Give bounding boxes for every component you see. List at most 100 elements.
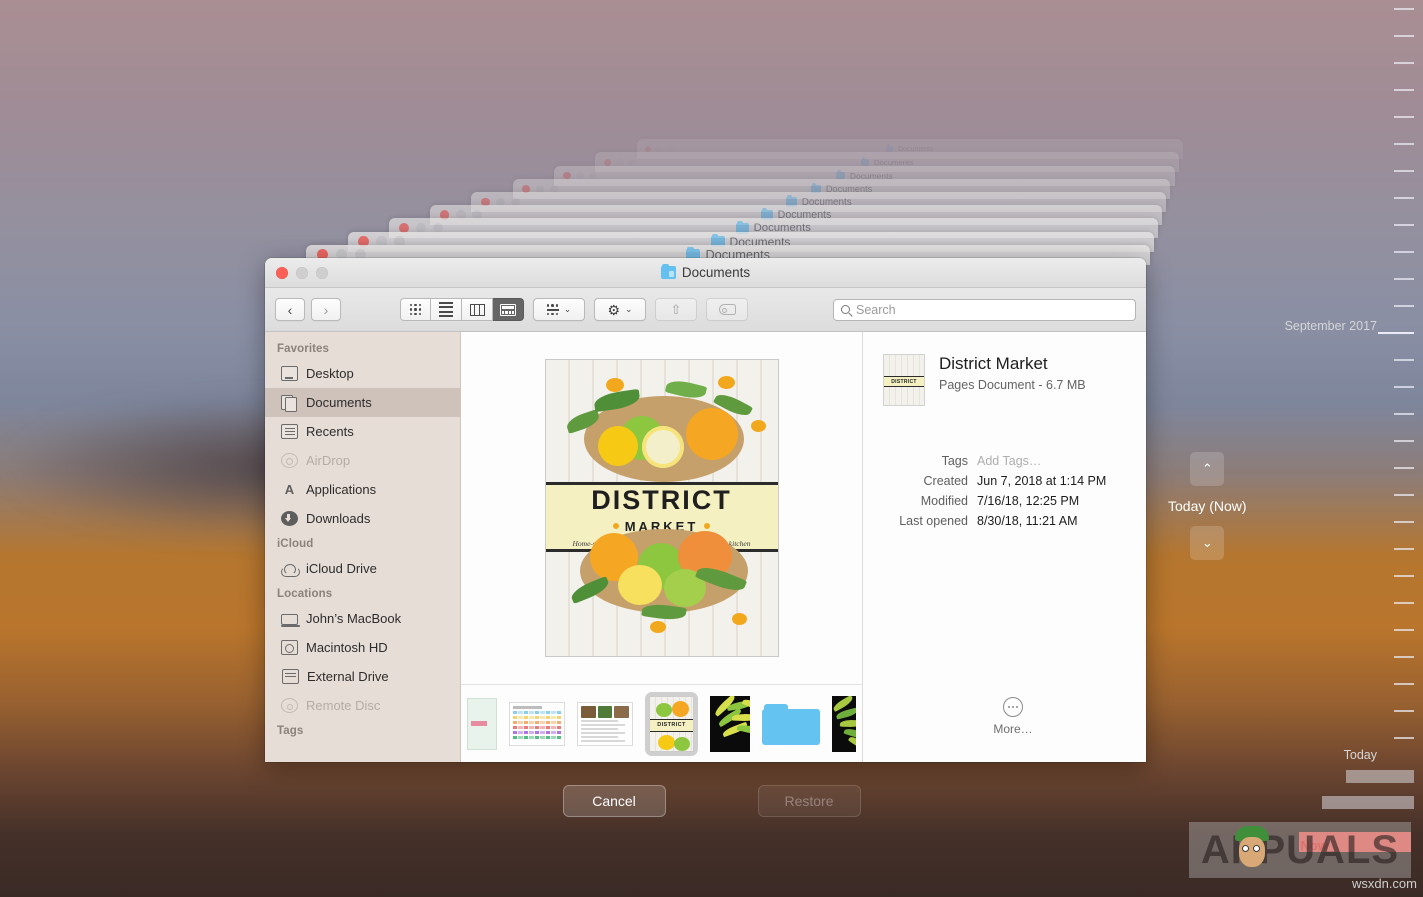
timeline-down-button[interactable]: ⌄ <box>1190 526 1225 560</box>
timeline-tick <box>1394 521 1414 523</box>
traffic-lights <box>276 266 328 279</box>
filmstrip-item-folder[interactable] <box>762 702 820 746</box>
poster-image-top <box>546 368 778 483</box>
thumbnail-band-label: DISTRICT <box>650 718 693 732</box>
filmstrip[interactable]: DISTRICT <box>461 684 862 762</box>
plant-photo-edge-thumbnail <box>832 695 856 752</box>
documents-icon <box>281 395 298 412</box>
sidebar-item-label: Documents <box>306 395 372 410</box>
timeline-navigation: ⌃ Today (Now) ⌄ <box>1168 452 1247 560</box>
metadata-value[interactable]: Add Tags… <box>977 454 1041 468</box>
folder-icon <box>660 263 676 279</box>
time-machine-timeline[interactable]: September 2017 Today ⌃ Today (Now) ⌄ Now <box>1160 0 1423 897</box>
timeline-tick <box>1394 359 1414 361</box>
close-button[interactable] <box>276 266 288 279</box>
timeline-tick <box>1394 251 1414 253</box>
sidebar-item-applications[interactable]: A Applications <box>265 475 460 504</box>
gallery-view-icon <box>500 303 516 316</box>
timeline-tick <box>1394 89 1414 91</box>
file-kind-size: Pages Document - 6.7 MB <box>939 378 1086 393</box>
timeline-current-label: Today (Now) <box>1168 498 1247 514</box>
sidebar-item-remote-disc: Remote Disc <box>265 691 460 720</box>
downloads-icon <box>281 511 298 526</box>
filmstrip-item-district-market-poster[interactable]: DISTRICT <box>645 691 698 756</box>
sidebar: Favorites Desktop Documents Recents AirDrop A… <box>265 332 461 762</box>
sidebar-item-label: Applications <box>306 482 377 497</box>
metadata-key: Last opened <box>899 514 968 528</box>
plant-photo-thumbnail <box>710 695 750 752</box>
timeline-tick <box>1394 197 1414 199</box>
forward-button[interactable]: › <box>311 298 341 321</box>
sidebar-item-label: External Drive <box>307 669 389 684</box>
metadata-row: Tags Add Tags… <box>883 454 1143 468</box>
timeline-tick <box>1394 8 1414 10</box>
timeline-tick <box>1394 575 1414 577</box>
group-by-button[interactable]: ⌄ <box>533 298 585 321</box>
timeline-bar[interactable] <box>1322 796 1414 809</box>
sidebar-item-external-drive[interactable]: External Drive <box>265 662 460 691</box>
sidebar-item-recents[interactable]: Recents <box>265 417 460 446</box>
info-header: DISTRICT District Market Pages Document … <box>883 354 1143 406</box>
navigation-buttons: ‹ › <box>275 298 341 321</box>
metadata-row: Last opened 8/30/18, 11:21 AM <box>883 514 1143 528</box>
tag-button[interactable] <box>706 298 748 321</box>
more-label: More… <box>993 722 1033 736</box>
column-view-button[interactable] <box>462 298 493 321</box>
back-button[interactable]: ‹ <box>275 298 305 321</box>
timeline-tick <box>1394 386 1414 388</box>
filmstrip-item-document-green[interactable] <box>467 697 497 750</box>
window-title: Documents <box>265 263 1146 280</box>
sidebar-item-documents[interactable]: Documents <box>265 388 460 417</box>
timeline-tick <box>1394 683 1414 685</box>
sidebar-item-downloads[interactable]: Downloads <box>265 504 460 533</box>
filmstrip-item-spreadsheet[interactable] <box>509 701 565 746</box>
metadata-key: Created <box>923 474 968 488</box>
info-pane: DISTRICT District Market Pages Document … <box>863 332 1146 762</box>
filmstrip-item-plant-photo-edge[interactable] <box>832 695 856 752</box>
action-menu-button[interactable]: ⚙ ⌄ <box>594 298 646 321</box>
spreadsheet-thumbnail <box>509 701 565 746</box>
preview-pane: DISTRICT MARKET Home-style prepared food… <box>461 332 863 762</box>
sidebar-section-header: Favorites <box>277 343 330 355</box>
document-preview[interactable]: DISTRICT MARKET Home-style prepared food… <box>544 359 779 657</box>
sidebar-item-desktop[interactable]: Desktop <box>265 359 460 388</box>
timeline-tick <box>1394 278 1414 280</box>
timeline-up-button[interactable]: ⌃ <box>1190 452 1225 486</box>
sidebar-item-label: AirDrop <box>306 453 351 468</box>
timeline-tick <box>1394 62 1414 64</box>
chevron-right-icon: › <box>323 301 329 318</box>
list-view-icon <box>439 302 453 317</box>
finder-toolbar: ‹ › ⌄ ⚙ ⌄ ⇧ Search <box>265 288 1146 332</box>
sidebar-item-john-s-macbook[interactable]: John’s MacBook <box>265 604 460 633</box>
timeline-ticks <box>1378 0 1423 897</box>
filmstrip-item-plant-photo[interactable] <box>710 695 750 752</box>
window-titlebar: Documents <box>265 258 1146 288</box>
applications-icon: A <box>284 482 295 497</box>
timeline-bar[interactable] <box>1346 770 1414 783</box>
more-section[interactable]: More… <box>883 697 1143 736</box>
file-thumbnail: DISTRICT <box>883 354 925 406</box>
share-button[interactable]: ⇧ <box>655 298 697 321</box>
restore-button: Restore <box>757 785 861 817</box>
chevron-down-icon: ⌄ <box>625 304 633 314</box>
sidebar-item-icloud-drive[interactable]: iCloud Drive <box>265 554 460 583</box>
desktop-icon <box>281 366 298 381</box>
gallery-view-button[interactable] <box>493 298 524 321</box>
metadata-key: Tags <box>941 454 968 468</box>
timeline-tick <box>1394 413 1414 415</box>
laptop-icon <box>280 614 300 627</box>
icon-view-button[interactable] <box>400 298 431 321</box>
minimize-button[interactable] <box>296 266 308 279</box>
search-field[interactable]: Search <box>833 298 1136 321</box>
zoom-button[interactable] <box>316 266 328 279</box>
appuals-watermark: APPUALS <box>1189 822 1411 878</box>
list-view-button[interactable] <box>431 298 462 321</box>
harddisk-icon <box>281 640 298 655</box>
airdrop-icon <box>281 453 298 468</box>
metadata-key: Modified <box>920 494 968 508</box>
cancel-button[interactable]: Cancel <box>562 785 666 817</box>
filmstrip-item-recipe-document[interactable] <box>577 701 633 746</box>
timeline-tick <box>1394 305 1414 307</box>
sidebar-item-label: iCloud Drive <box>306 561 377 576</box>
sidebar-item-macintosh-hd[interactable]: Macintosh HD <box>265 633 460 662</box>
